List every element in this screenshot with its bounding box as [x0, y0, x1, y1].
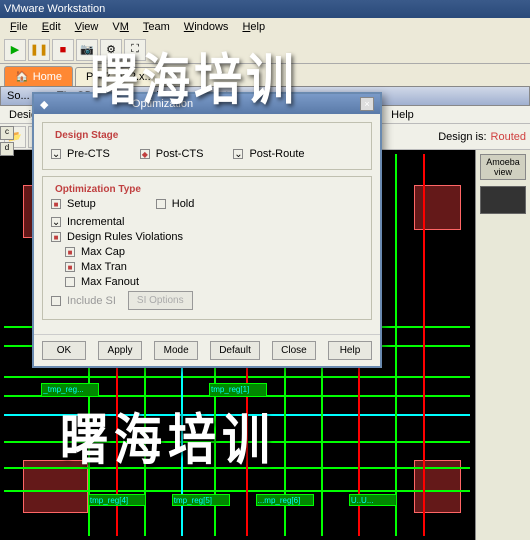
- check-include-si: [51, 296, 61, 306]
- menu-help[interactable]: Help: [236, 19, 271, 35]
- design-is-label: Design is:: [438, 131, 486, 143]
- tab-home[interactable]: 🏠Home: [4, 66, 73, 86]
- wire: [395, 154, 397, 536]
- close-button[interactable]: Close: [272, 341, 316, 360]
- wire: [4, 414, 470, 416]
- menu-view[interactable]: View: [69, 19, 105, 35]
- palette-swatch[interactable]: [480, 186, 526, 214]
- cell-tmp-reg: _tmp_reg...: [41, 383, 99, 397]
- pause-icon[interactable]: ❚❚: [28, 39, 50, 61]
- check-setup[interactable]: ■Setup: [51, 198, 96, 210]
- check-incremental[interactable]: Incremental: [51, 216, 363, 228]
- dialog-buttons: OK Apply Mode Default Close Help: [34, 334, 380, 366]
- check-maxtran[interactable]: ■Max Tran: [65, 261, 363, 273]
- tab-session[interactable]: P..42...W2.x..: [75, 67, 162, 86]
- opt-type-label: Optimization Type: [51, 184, 145, 195]
- wire: [4, 376, 470, 378]
- diamond-icon: ◆: [40, 98, 48, 111]
- amoeba-tab[interactable]: Amoeba view: [480, 154, 526, 180]
- stop-icon[interactable]: ■: [52, 39, 74, 61]
- home-icon: 🏠: [15, 70, 29, 83]
- vmware-tabs: 🏠Home P..42...W2.x..: [0, 64, 530, 86]
- help-button[interactable]: Help: [328, 341, 372, 360]
- wire: [4, 490, 470, 492]
- radio-post-cts[interactable]: ◆Post-CTS: [140, 148, 204, 160]
- close-icon[interactable]: ×: [360, 97, 374, 111]
- optimization-type-group: Optimization Type ■Setup Hold Incrementa…: [42, 176, 372, 320]
- vmware-titlebar: VMware Workstation: [0, 0, 530, 18]
- wire: [423, 154, 425, 536]
- check-maxfanout[interactable]: Max Fanout: [65, 276, 363, 288]
- menu-vm[interactable]: VM: [106, 19, 135, 35]
- default-button[interactable]: Default: [210, 341, 260, 360]
- wire: [4, 441, 470, 443]
- ok-button[interactable]: OK: [42, 341, 86, 360]
- radio-pre-cts[interactable]: Pre-CTS: [51, 148, 110, 160]
- menu-edit[interactable]: Edit: [36, 19, 67, 35]
- dialog-title: Optimization: [132, 98, 193, 110]
- design-stage-group: Design Stage Pre-CTS ◆Post-CTS Post-Rout…: [42, 122, 372, 170]
- mode-button[interactable]: Mode: [154, 341, 198, 360]
- design-status: Routed: [491, 131, 526, 143]
- design-stage-label: Design Stage: [51, 130, 122, 141]
- check-maxcap[interactable]: ■Max Cap: [65, 246, 363, 258]
- check-hold[interactable]: Hold: [156, 198, 195, 210]
- menu-file[interactable]: File: [4, 19, 34, 35]
- radio-post-route[interactable]: Post-Route: [233, 148, 304, 160]
- macro-block: [414, 185, 461, 231]
- snapshot-icon[interactable]: 📷: [76, 39, 98, 61]
- ruler-icon[interactable]: d: [0, 142, 14, 156]
- optimization-dialog: ◆ Optimization × Design Stage Pre-CTS ◆P…: [32, 92, 382, 368]
- side-panel: Amoeba view: [475, 150, 530, 540]
- si-options-button: SI Options: [128, 291, 193, 310]
- vmware-toolbar: ▶ ❚❚ ■ 📷 ⚙ ⛶: [0, 36, 530, 64]
- cell-tmp-reg-1: tmp_reg[1]: [209, 383, 267, 397]
- arrow-icon[interactable]: c: [0, 126, 14, 140]
- app-menu-help[interactable]: Help: [386, 107, 419, 123]
- fullscreen-icon[interactable]: ⛶: [124, 39, 146, 61]
- title-text: VMware Workstation: [4, 3, 105, 15]
- power-on-icon[interactable]: ▶: [4, 39, 26, 61]
- menu-team[interactable]: Team: [137, 19, 176, 35]
- settings-icon[interactable]: ⚙: [100, 39, 122, 61]
- menu-windows[interactable]: Windows: [178, 19, 235, 35]
- dialog-titlebar[interactable]: ◆ Optimization ×: [34, 94, 380, 114]
- apply-button[interactable]: Apply: [98, 341, 142, 360]
- left-toolbar: c d: [0, 126, 16, 156]
- wire: [4, 467, 470, 469]
- vmware-menubar: File Edit View VM Team Windows Help: [0, 18, 530, 36]
- check-drv[interactable]: ■Design Rules Violations: [51, 231, 363, 243]
